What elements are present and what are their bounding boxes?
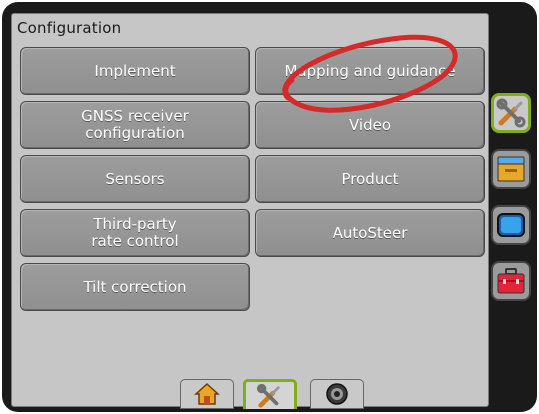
product-button[interactable]: Product <box>255 155 485 203</box>
autosteer-label: AutoSteer <box>332 223 408 242</box>
tools-icon <box>256 383 280 408</box>
gnss-receiver-configuration-button[interactable]: GNSS receiver configuration <box>20 101 250 149</box>
sensors-label: Sensors <box>105 169 165 188</box>
third-party-rate-control-button[interactable]: Third-party rate control <box>20 209 250 257</box>
side-tab-monitor[interactable] <box>491 205 531 245</box>
tilt-correction-button[interactable]: Tilt correction <box>20 263 250 311</box>
console-icon <box>497 156 525 182</box>
third-party-label-line1: Third-party <box>93 215 177 233</box>
side-tab-console[interactable] <box>491 149 531 189</box>
video-label: Video <box>348 115 392 134</box>
gnss-label-line1: GNSS receiver <box>81 107 189 125</box>
product-label: Product <box>341 169 399 188</box>
mapping-and-guidance-button[interactable]: Mapping and guidance <box>255 47 485 95</box>
toolbox-icon <box>497 268 525 294</box>
bottom-tab-tools[interactable] <box>243 379 297 409</box>
gnss-label-line2: configuration <box>85 124 185 142</box>
bottom-tab-camera[interactable] <box>310 379 364 409</box>
bottom-tab-home[interactable] <box>180 379 234 409</box>
tilt-correction-label: Tilt correction <box>83 277 187 296</box>
sensors-button[interactable]: Sensors <box>20 155 250 203</box>
monitor-icon <box>497 213 525 237</box>
implement-label: Implement <box>94 61 176 80</box>
autosteer-button[interactable]: AutoSteer <box>255 209 485 257</box>
implement-button[interactable]: Implement <box>20 47 250 95</box>
wrench-screwdriver-icon <box>496 98 526 128</box>
third-party-label-line2: rate control <box>91 232 179 250</box>
side-tab-configuration[interactable] <box>491 93 531 133</box>
camera-icon <box>326 383 348 405</box>
mapping-label: Mapping and guidance <box>284 61 456 80</box>
video-button[interactable]: Video <box>255 101 485 149</box>
side-tab-toolbox[interactable] <box>491 261 531 301</box>
home-icon <box>194 382 220 405</box>
section-title: Configuration <box>17 19 122 37</box>
